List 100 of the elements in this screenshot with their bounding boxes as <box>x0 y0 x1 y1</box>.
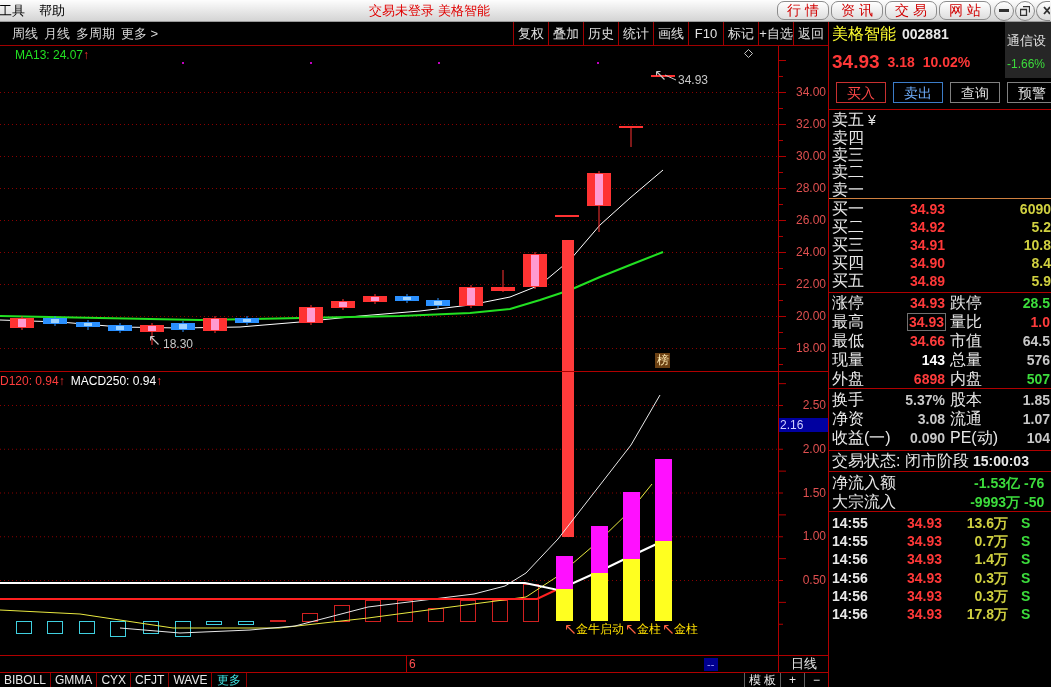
time-axis-label: 6 <box>409 657 416 671</box>
flow-label: 大宗流入 <box>832 492 897 511</box>
stat-label: 收益(一) <box>832 428 891 447</box>
flow-value: -1.53亿 <box>974 474 1020 491</box>
close-icon <box>1043 6 1050 15</box>
stat-label: 市值 <box>950 332 982 350</box>
stat-value: 64.5 <box>1021 332 1051 350</box>
stat-label: 最高 <box>832 313 864 332</box>
stat-label: 最低 <box>832 332 864 350</box>
stock-code: 002881 <box>902 26 949 42</box>
nav-button[interactable]: 资 讯 <box>831 1 883 20</box>
bid-price: 34.92 <box>908 219 945 235</box>
tick-volume: 13.6万 <box>965 515 1008 532</box>
bid-level-label: 买一 <box>832 200 865 218</box>
period-tab[interactable]: 月线 <box>44 22 70 45</box>
tick-time: 14:56 <box>832 551 869 568</box>
nav-button[interactable]: 网 站 <box>939 1 991 20</box>
nav-button[interactable]: 行 情 <box>777 1 829 20</box>
stat-value: 507 <box>1025 369 1051 388</box>
trade-button[interactable]: 预警 <box>1007 82 1051 103</box>
bid-price: 34.91 <box>908 237 945 253</box>
stat-value: 34.93 <box>906 313 946 332</box>
toolbar-button[interactable]: 标记 <box>723 22 758 45</box>
bid-price: 34.90 <box>908 255 945 271</box>
status-time: 15:00:03 <box>972 453 1029 469</box>
stat-label: 总量 <box>950 350 982 369</box>
period-tab[interactable]: 更多 > <box>121 22 159 45</box>
stat-value: 34.66 <box>908 332 946 350</box>
toolbar-button[interactable]: 统计 <box>618 22 653 45</box>
indicator-tab[interactable]: WAVE <box>169 673 213 687</box>
stat-value: 1.0 <box>1029 313 1051 332</box>
ask-level-label: 卖三 <box>832 146 864 163</box>
stat-value: 0.090 <box>908 428 946 447</box>
indicator-tab[interactable]: CYX <box>97 673 132 687</box>
tick-time: 14:56 <box>832 587 869 604</box>
minimize-button[interactable] <box>994 0 1014 21</box>
tick-volume: 0.7万 <box>973 533 1008 550</box>
stat-value: 143 <box>920 350 946 369</box>
trade-button[interactable]: 卖出 <box>893 82 943 103</box>
tick-side: S <box>1021 533 1031 550</box>
tick-price: 34.93 <box>905 533 942 550</box>
bid-level-label: 买五 <box>832 272 865 290</box>
bid-level-label: 买四 <box>832 254 865 272</box>
stat-label: 跌停 <box>950 294 982 313</box>
bid-volume: 8.4 <box>1030 255 1051 271</box>
bid-price: 34.89 <box>908 273 945 289</box>
login-status: 交易未登录 美格智能 <box>369 1 491 20</box>
tick-time: 14:55 <box>832 533 869 550</box>
flow-value: -50 <box>1024 493 1046 510</box>
nav-button[interactable]: 交 易 <box>885 1 937 20</box>
period-tab[interactable]: 周线 <box>12 22 38 45</box>
toolbar-button[interactable]: 画线 <box>653 22 688 45</box>
stat-value: 104 <box>1025 428 1051 447</box>
stat-label: 股本 <box>950 390 982 409</box>
industry-name: 通信设 <box>1007 33 1047 48</box>
change-percent: 10.02% <box>922 54 971 70</box>
minimize-icon <box>999 9 1009 12</box>
ask-level-label: 卖五 <box>832 111 864 129</box>
toolbar-button[interactable]: 复权 <box>513 22 548 45</box>
indicator-tab[interactable]: GMMA <box>51 673 98 687</box>
toolbar-button[interactable]: 历史 <box>583 22 618 45</box>
flow-label: 净流入额 <box>832 473 897 492</box>
stat-label: 涨停 <box>832 294 864 313</box>
toolbar-button[interactable]: +自选 <box>758 22 793 45</box>
template-control[interactable]: + <box>780 673 804 687</box>
stat-label: 流通 <box>950 409 982 428</box>
bid-price: 34.93 <box>908 201 945 217</box>
bid-volume: 6090 <box>1018 201 1051 217</box>
close-button[interactable] <box>1036 0 1050 21</box>
tick-side: S <box>1021 569 1031 586</box>
stat-label: 内盘 <box>950 369 982 388</box>
template-control[interactable]: 模 板 <box>744 673 780 687</box>
tick-price: 34.93 <box>905 515 942 532</box>
stat-value: 5.37% <box>904 390 946 409</box>
toolbar-button[interactable]: F10 <box>688 22 723 45</box>
stat-value: 1.85 <box>1021 390 1051 409</box>
toolbar-button[interactable]: 叠加 <box>548 22 583 45</box>
currency-mark: ¥ <box>868 111 876 128</box>
more-tab[interactable]: 更多 <box>212 673 248 687</box>
flow-value: -76 <box>1024 474 1046 491</box>
menu-item[interactable]: 帮助 <box>39 0 65 21</box>
restore-button[interactable] <box>1015 0 1035 21</box>
tick-price: 34.93 <box>905 587 942 604</box>
tick-side: S <box>1021 606 1031 623</box>
scroll-marker[interactable]: -- <box>703 657 718 671</box>
tick-side: S <box>1021 515 1031 532</box>
trade-button[interactable]: 查询 <box>950 82 1000 103</box>
period-tab[interactable]: 多周期 <box>76 22 115 45</box>
menu-item[interactable]: 工具 <box>0 0 25 21</box>
restore-icon <box>1020 5 1030 16</box>
tick-volume: 1.4万 <box>973 551 1008 568</box>
stat-value: 6898 <box>912 369 946 388</box>
tick-volume: 0.3万 <box>973 587 1008 604</box>
industry-change: -1.66% <box>1007 57 1047 71</box>
indicator-tab[interactable]: CFJT <box>131 673 170 687</box>
stat-label: 净资 <box>832 409 864 428</box>
stat-label: 外盘 <box>832 369 864 388</box>
indicator-tab[interactable]: BIBOLL <box>0 673 52 687</box>
trade-button[interactable]: 买入 <box>836 82 886 103</box>
stat-label: PE(动) <box>950 428 998 447</box>
